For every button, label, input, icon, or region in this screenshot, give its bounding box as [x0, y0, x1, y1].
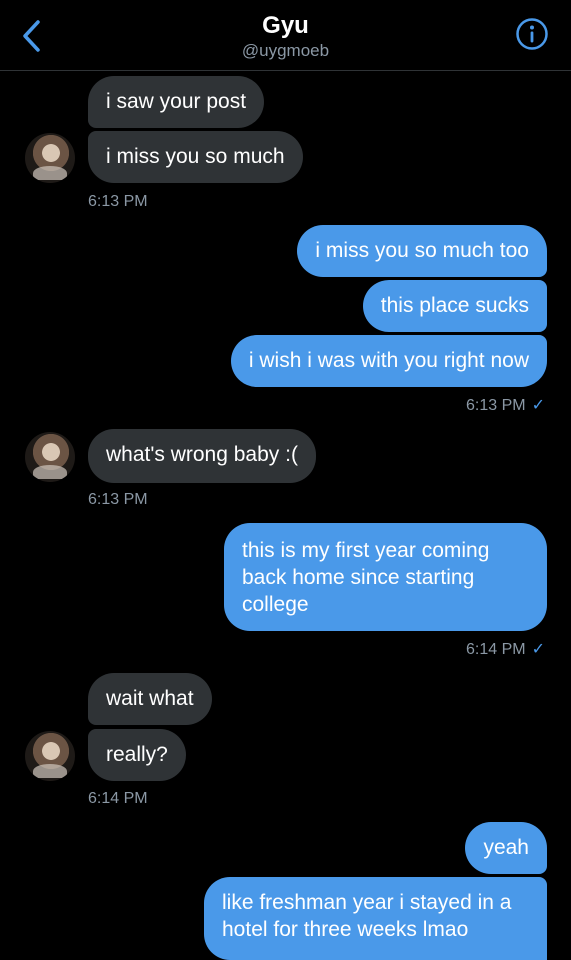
contact-avatar[interactable]	[25, 731, 75, 781]
info-button[interactable]	[515, 17, 549, 51]
message-bubble-outgoing[interactable]: this is my first year coming back home s…	[224, 523, 547, 631]
contact-avatar[interactable]	[25, 432, 75, 482]
contact-handle: @uygmoeb	[241, 41, 330, 60]
contact-name: Gyu	[262, 12, 309, 39]
message-bubble-incoming[interactable]: really?	[88, 729, 186, 781]
message-bubble-outgoing[interactable]: yeah	[465, 822, 547, 874]
read-check-icon: ✓	[531, 397, 545, 414]
message-bubble-incoming[interactable]: i miss you so much	[88, 131, 303, 183]
message-time-text: 6:13 PM	[466, 397, 526, 414]
message-timestamp: 6:14 PM	[88, 790, 148, 807]
message-bubble-outgoing[interactable]: i wish i was with you right now	[230, 335, 547, 387]
message-bubble-incoming[interactable]: wait what	[88, 673, 212, 725]
message-timestamp: 6:13 PM	[88, 193, 148, 210]
message-timestamp: 6:14 PM ✓	[466, 640, 545, 660]
contact-title-block[interactable]: Gyu @uygmoeb	[0, 12, 571, 62]
message-bubble-incoming[interactable]: i saw your post	[88, 76, 265, 128]
info-icon	[516, 18, 548, 50]
message-timestamp: 6:13 PM	[88, 491, 148, 508]
message-timestamp: 6:13 PM ✓	[466, 396, 545, 416]
message-bubble-outgoing[interactable]: i miss you so much too	[297, 225, 547, 277]
message-bubble-outgoing[interactable]: like freshman year i stayed in a hotel f…	[204, 877, 547, 960]
message-time-text: 6:14 PM	[466, 641, 526, 658]
message-bubble-incoming[interactable]: what's wrong baby :(	[88, 429, 316, 483]
conversation-header: Gyu @uygmoeb	[0, 0, 571, 71]
contact-avatar[interactable]	[25, 133, 75, 183]
read-check-icon: ✓	[531, 641, 545, 658]
message-bubble-outgoing[interactable]: this place sucks	[362, 280, 547, 332]
